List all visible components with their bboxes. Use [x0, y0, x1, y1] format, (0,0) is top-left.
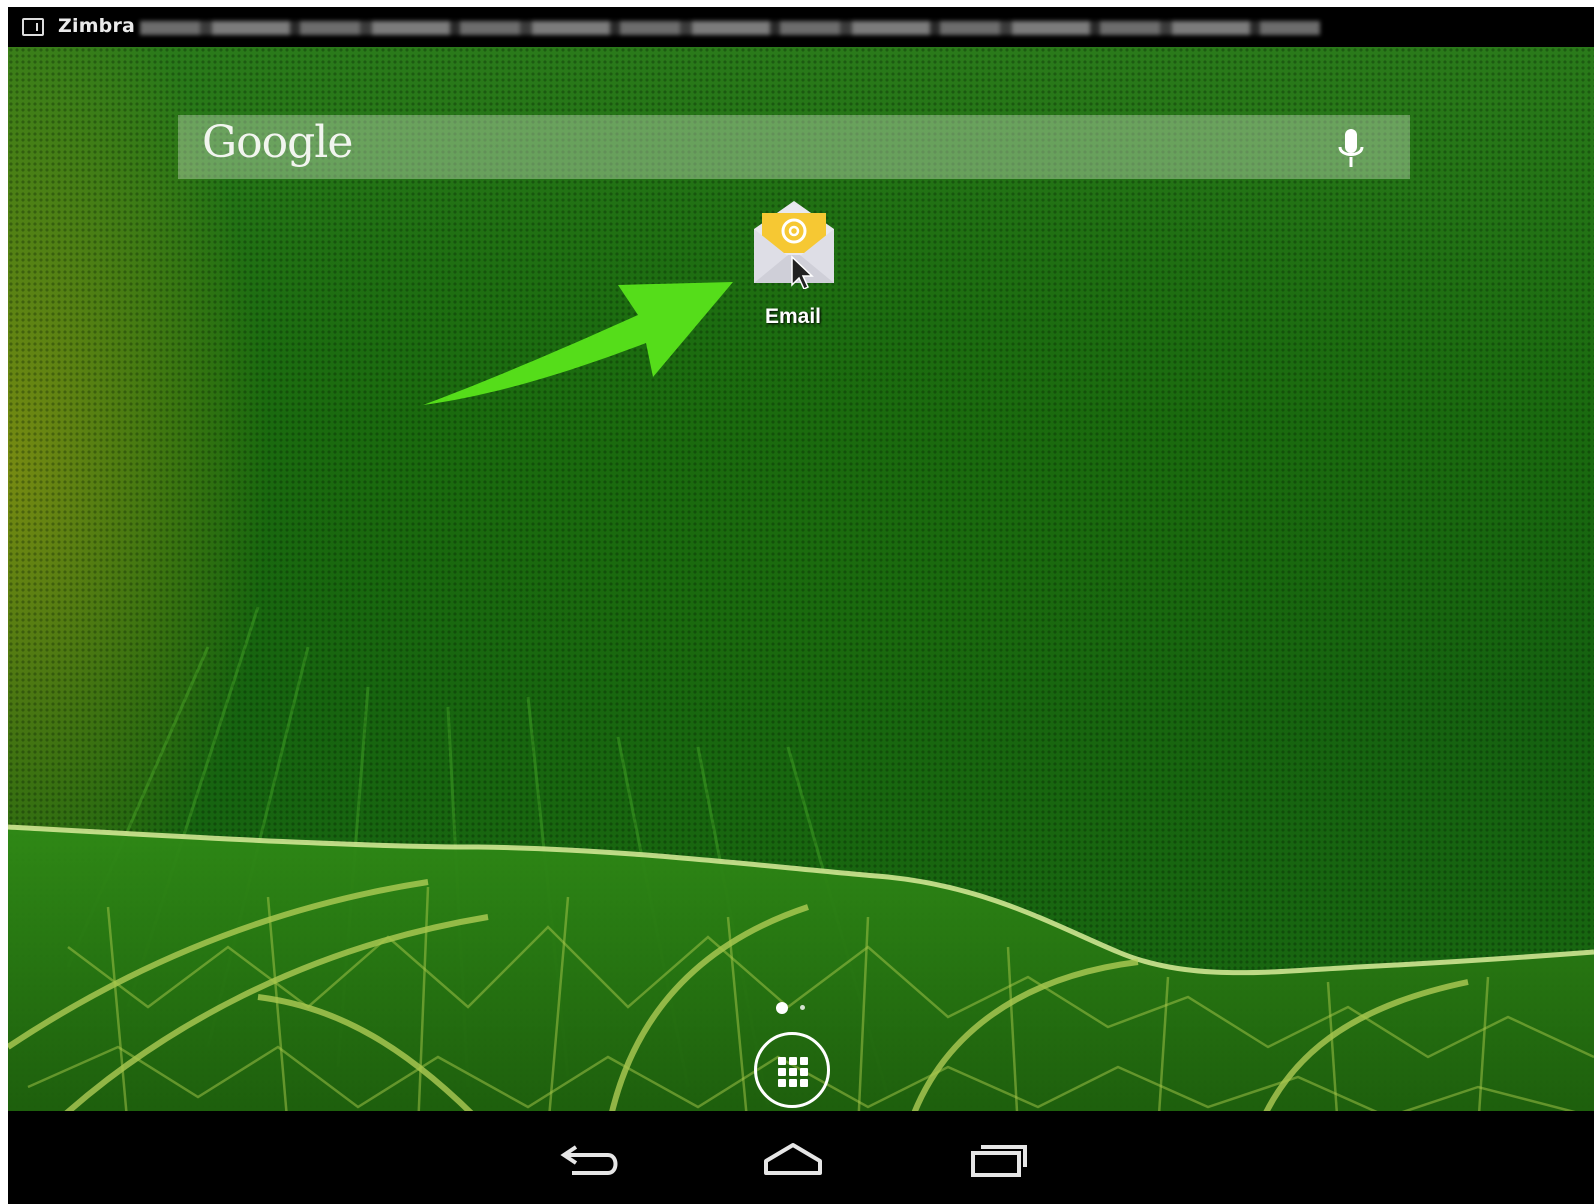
app-label-email: Email — [764, 305, 822, 328]
navigation-bar — [8, 1111, 1594, 1204]
email-envelope-icon — [754, 201, 834, 289]
mic-icon[interactable] — [1336, 127, 1366, 171]
annotation-arrow — [423, 282, 733, 405]
back-icon[interactable] — [556, 1139, 626, 1179]
notification-title: Zimbra — [58, 15, 136, 37]
notification-text-redacted — [140, 21, 1320, 35]
recent-apps-icon[interactable] — [963, 1139, 1033, 1179]
page-indicator — [770, 1002, 810, 1014]
home-icon[interactable] — [758, 1139, 828, 1179]
page-dot-active — [776, 1002, 788, 1014]
app-drawer-icon[interactable] — [754, 1032, 830, 1108]
status-bar[interactable]: Zimbra — [8, 7, 1594, 47]
page-dot — [800, 1005, 805, 1010]
google-search-bar[interactable]: Google — [178, 115, 1410, 179]
android-screen: Zimbra Google Email — [8, 7, 1594, 1204]
google-logo: Google — [202, 117, 353, 168]
calendar-icon — [22, 18, 44, 36]
wallpaper: Google Email — [8, 47, 1594, 1130]
email-app-shortcut[interactable]: Email — [728, 197, 858, 347]
